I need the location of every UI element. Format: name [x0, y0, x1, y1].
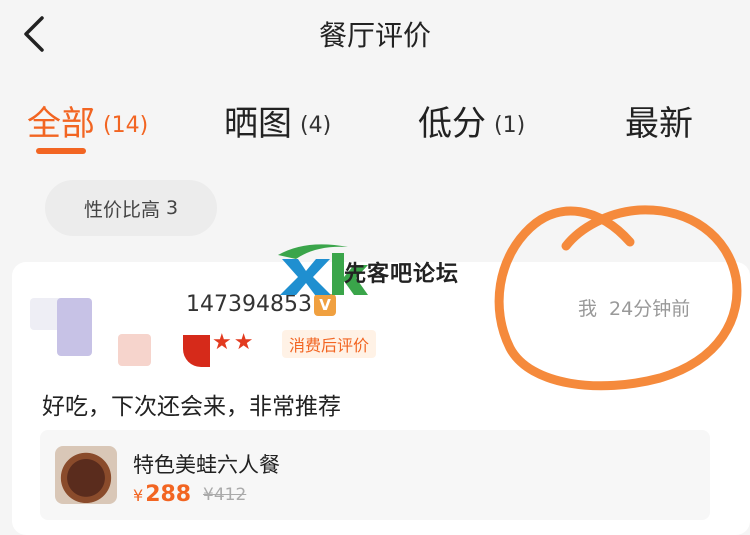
- tab-label: 最新: [625, 104, 693, 144]
- active-tab-indicator: [36, 148, 86, 154]
- price-value: 288: [145, 482, 192, 507]
- filter-tag-label: 性价比高: [83, 198, 160, 221]
- tab-label: 全部: [27, 104, 95, 144]
- vip-badge-icon: V: [314, 294, 336, 316]
- tab-count: (4): [300, 113, 332, 138]
- post-consumption-badge: 消费后评价: [282, 330, 377, 358]
- tab-photos[interactable]: 晒图 (4): [224, 96, 331, 145]
- page-title: 餐厅评价: [318, 19, 431, 52]
- filter-tag-count: 3: [165, 197, 179, 219]
- avatar-blur: [118, 334, 151, 366]
- tab-label: 晒图: [224, 104, 292, 144]
- tab-label: 低分: [418, 104, 486, 144]
- dish-name: 特色美蛙六人餐: [133, 453, 280, 477]
- annotation-circle: [494, 205, 742, 391]
- tab-all[interactable]: 全部 (14): [27, 96, 148, 145]
- review-text: 好吃，下次还会来，非常推荐: [42, 394, 341, 420]
- currency-symbol: ¥: [133, 486, 144, 505]
- tab-count: (14): [103, 113, 149, 138]
- dish-price: ¥288: [133, 482, 191, 507]
- dish-image[interactable]: [55, 446, 117, 504]
- dish-original-price: ¥412: [203, 485, 247, 505]
- tab-count: (1): [494, 113, 526, 138]
- rating-stars: ★★: [212, 330, 256, 355]
- tab-low-score[interactable]: 低分 (1): [418, 96, 525, 145]
- watermark-text: 先客吧论坛: [344, 261, 460, 287]
- tab-latest[interactable]: 最新: [625, 96, 693, 145]
- filter-tag-value-for-money[interactable]: 性价比高 3: [45, 180, 217, 236]
- avatar-blur: [57, 298, 92, 356]
